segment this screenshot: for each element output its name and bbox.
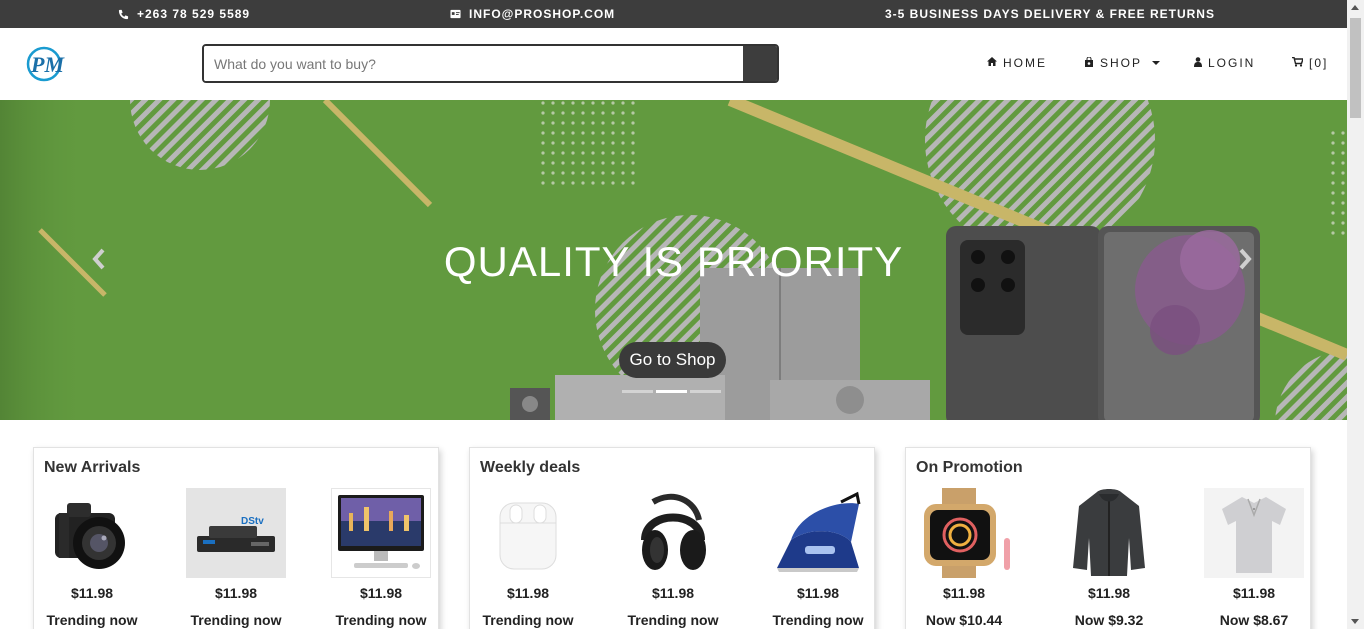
shopping-bag-icon xyxy=(1084,56,1094,70)
search-bar xyxy=(202,44,779,83)
product-item[interactable]: $11.98 Trending now xyxy=(331,488,431,628)
weekly-deals-card: Weekly deals $11.98 Trending now $11.98 … xyxy=(469,447,875,629)
proshop-logo[interactable]: PM xyxy=(26,45,70,83)
product-item[interactable]: $11.98 Trending now xyxy=(42,488,142,628)
cart-icon xyxy=(1292,56,1304,70)
product-price: $11.98 xyxy=(214,585,258,601)
phone-icon xyxy=(118,9,129,20)
cart-count: [0] xyxy=(1309,56,1329,70)
scrollbar-thumb[interactable] xyxy=(1350,18,1361,118)
product-note: Trending now xyxy=(627,612,719,628)
email-contact[interactable]: INFO@PROSHOP.COM xyxy=(450,7,615,21)
phone-number: +263 78 529 5589 xyxy=(137,7,251,21)
product-item[interactable]: $11.98 Now $10.44 xyxy=(914,488,1014,628)
all-in-one-pc-icon[interactable] xyxy=(331,488,431,578)
hero-carousel: QUALITY IS PRIORITY Go to Shop xyxy=(0,100,1347,420)
email-address: INFO@PROSHOP.COM xyxy=(469,7,616,21)
product-note: Trending now xyxy=(772,612,864,628)
nav-home-label: HOME xyxy=(1003,56,1047,70)
product-note: Trending now xyxy=(46,612,138,628)
nav-cart[interactable]: [0] xyxy=(1292,56,1328,70)
product-item[interactable]: DStv $11.98 Trending now xyxy=(186,488,286,628)
id-card-icon xyxy=(450,9,461,20)
carousel-indicator-3[interactable] xyxy=(690,390,721,393)
svg-text:DStv: DStv xyxy=(241,516,264,527)
headphones-icon[interactable] xyxy=(623,488,723,578)
product-note: Now $8.67 xyxy=(1219,612,1289,628)
earbuds-icon[interactable] xyxy=(478,488,578,578)
product-note: Trending now xyxy=(482,612,574,628)
product-price: $11.98 xyxy=(1087,585,1131,601)
product-note: Trending now xyxy=(190,612,282,628)
section-title: New Arrivals xyxy=(44,459,141,476)
product-item[interactable]: $11.98 Trending now xyxy=(623,488,723,628)
nav-shop-dropdown[interactable]: SHOP xyxy=(1084,56,1161,70)
home-icon xyxy=(987,57,997,69)
nav-home[interactable]: HOME xyxy=(987,56,1047,70)
hero-title: QUALITY IS PRIORITY xyxy=(443,238,904,285)
search-button[interactable] xyxy=(743,46,777,81)
go-to-shop-button[interactable]: Go to Shop xyxy=(619,342,726,378)
product-note: Now $10.44 xyxy=(925,612,1003,628)
user-icon xyxy=(1194,56,1202,70)
search-input[interactable] xyxy=(204,46,743,81)
product-note: Now $9.32 xyxy=(1074,612,1144,628)
page: +263 78 529 5589 INFO@PROSHOP.COM 3-5 BU… xyxy=(0,0,1364,629)
tv-decoder-icon[interactable]: DStv xyxy=(186,488,286,578)
scroll-down-arrow[interactable] xyxy=(1351,619,1359,624)
product-item[interactable]: $11.98 Trending now xyxy=(478,488,578,628)
product-price: $11.98 xyxy=(942,585,986,601)
jacket-icon[interactable] xyxy=(1059,488,1159,578)
product-price: $11.98 xyxy=(70,585,114,601)
logo-text: PM xyxy=(30,52,65,77)
nav-shop-label: SHOP xyxy=(1100,56,1143,70)
polo-shirt-icon[interactable] xyxy=(1204,488,1304,578)
product-price: $11.98 xyxy=(359,585,403,601)
smartwatch-icon[interactable] xyxy=(914,488,1014,578)
product-item[interactable]: $11.98 Now $8.67 xyxy=(1204,488,1304,628)
phone-contact[interactable]: +263 78 529 5589 xyxy=(118,7,250,21)
product-price: $11.98 xyxy=(796,585,840,601)
delivery-text: 3-5 BUSINESS DAYS DELIVERY & FREE RETURN… xyxy=(885,7,1215,21)
product-note: Trending now xyxy=(335,612,427,628)
product-item[interactable]: $11.98 Now $9.32 xyxy=(1059,488,1159,628)
site-header: PM HOME SHOP LOGIN xyxy=(0,28,1347,100)
section-title: Weekly deals xyxy=(480,459,581,476)
scroll-up-arrow[interactable] xyxy=(1351,5,1359,10)
product-price: $11.98 xyxy=(1232,585,1276,601)
new-arrivals-card: New Arrivals $11.98 Trending now DStv $1… xyxy=(33,447,439,629)
top-info-bar: +263 78 529 5589 INFO@PROSHOP.COM 3-5 BU… xyxy=(0,0,1347,28)
chevron-down-icon xyxy=(1152,61,1161,65)
page-scrollbar[interactable] xyxy=(1347,0,1364,629)
on-promotion-card: On Promotion $11.98 Now $10.44 $11.98 No… xyxy=(905,447,1311,629)
section-title: On Promotion xyxy=(916,459,1023,476)
nav-login[interactable]: LOGIN xyxy=(1194,56,1255,70)
product-price: $11.98 xyxy=(651,585,695,601)
carousel-indicators xyxy=(622,390,721,393)
carousel-indicator-1[interactable] xyxy=(622,390,653,393)
carousel-indicator-2[interactable] xyxy=(656,390,687,393)
steam-iron-icon[interactable] xyxy=(768,488,868,578)
camera-icon[interactable] xyxy=(42,488,142,578)
nav-login-label: LOGIN xyxy=(1208,56,1256,70)
delivery-info: 3-5 BUSINESS DAYS DELIVERY & FREE RETURN… xyxy=(885,7,1215,21)
product-price: $11.98 xyxy=(506,585,550,601)
product-item[interactable]: $11.98 Trending now xyxy=(768,488,868,628)
